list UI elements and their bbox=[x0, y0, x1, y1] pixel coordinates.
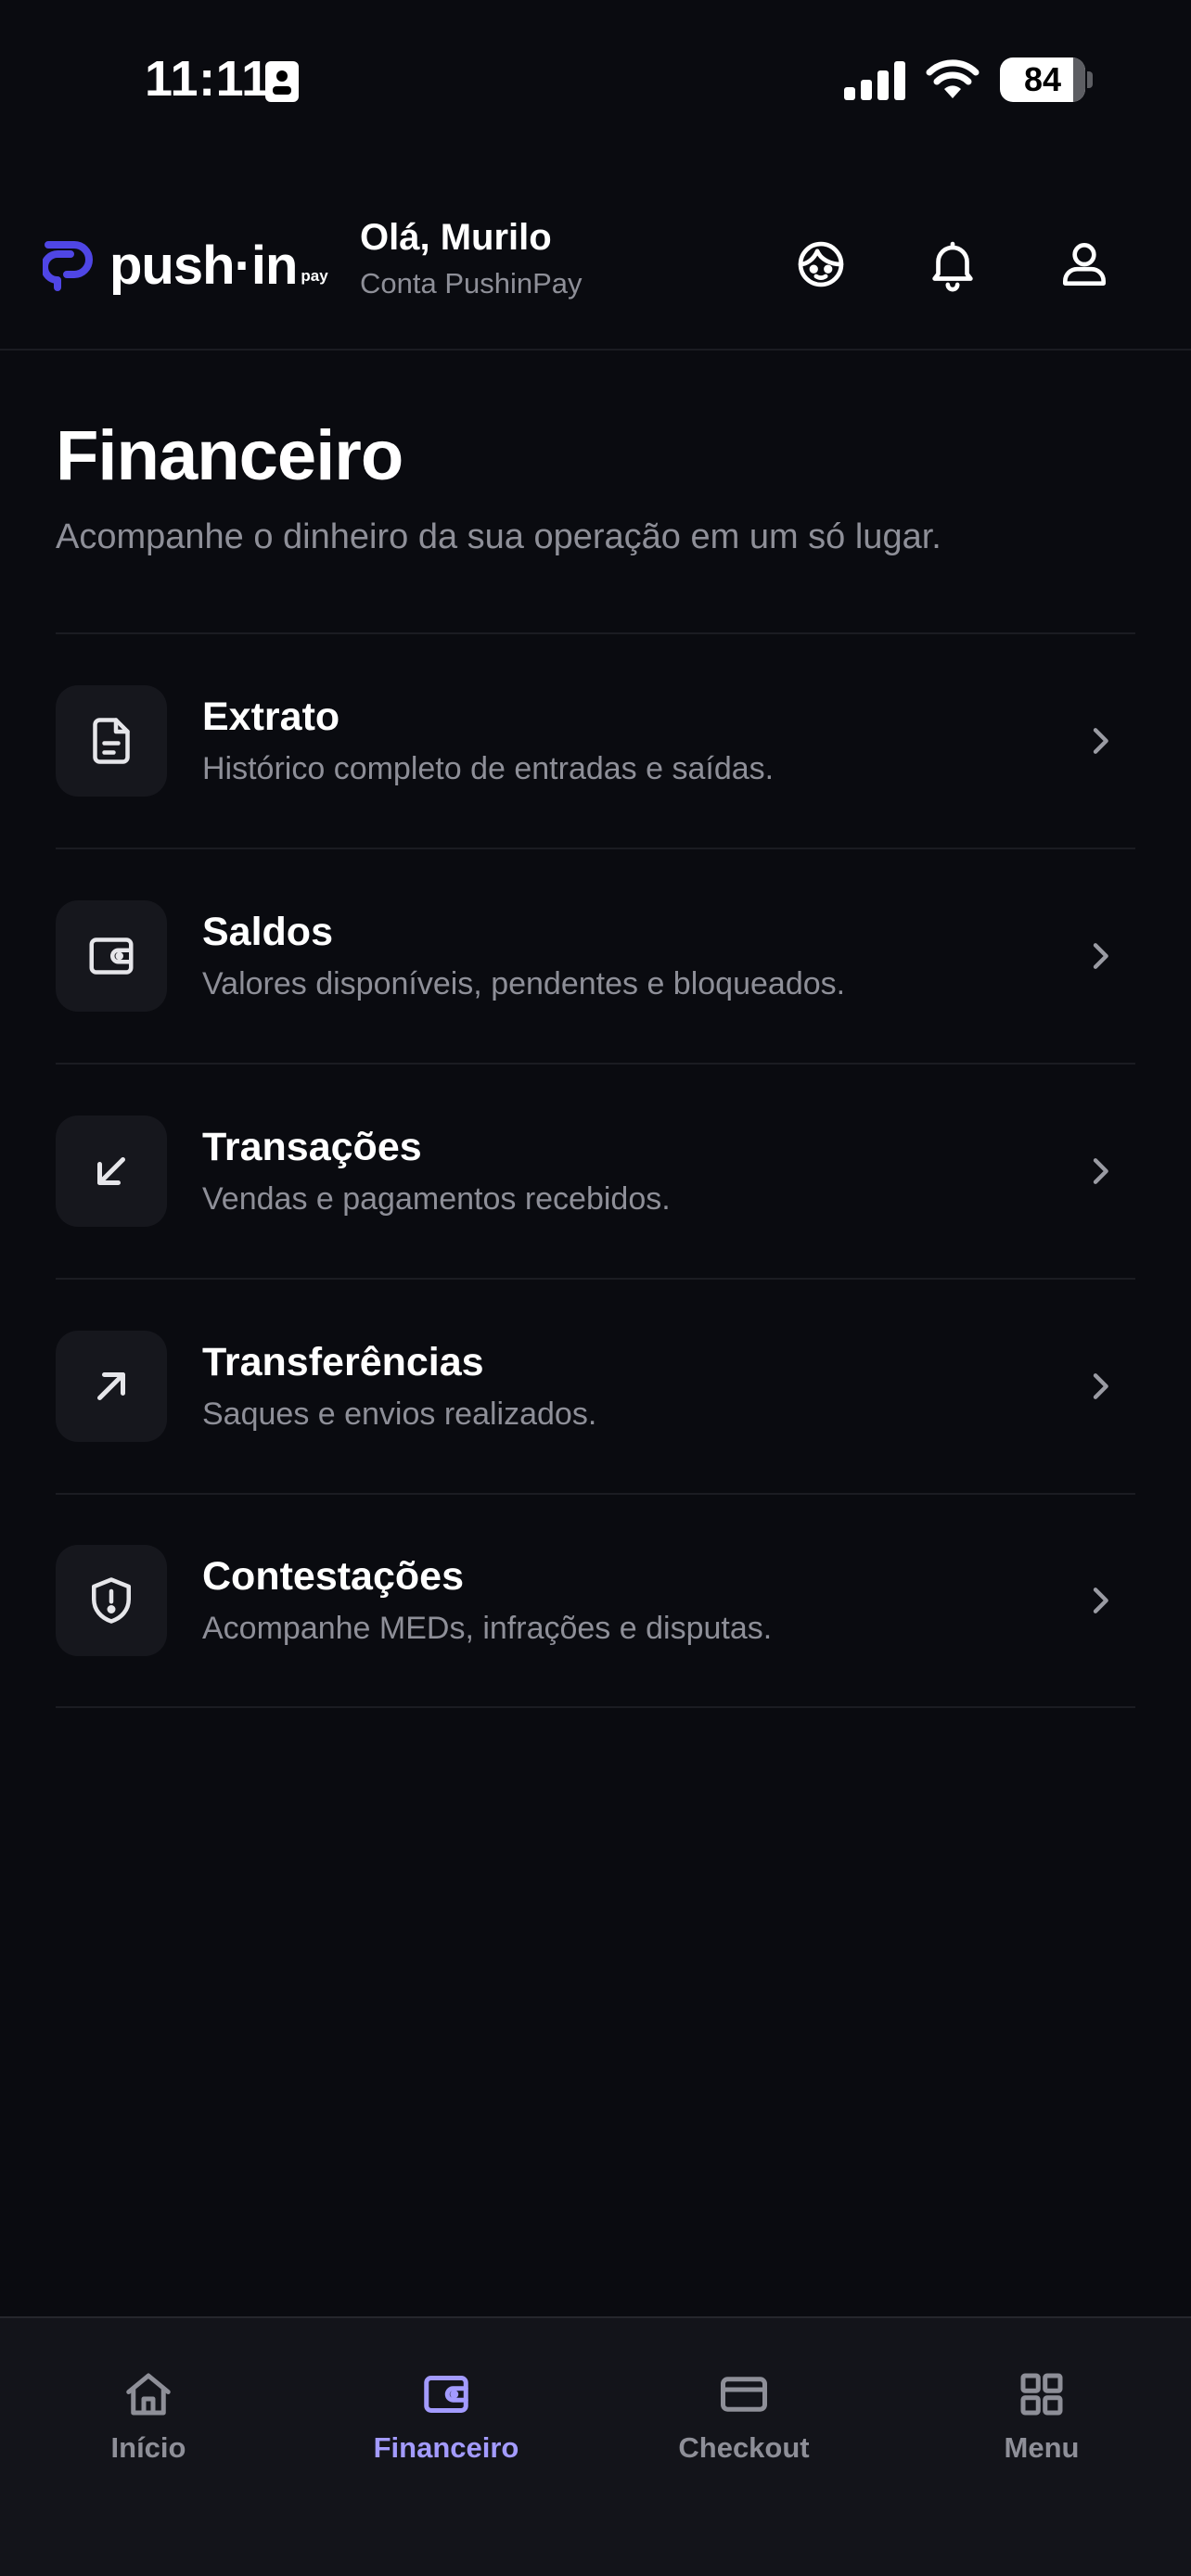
financeiro-menu-list: Extrato Histórico completo de entradas e… bbox=[56, 632, 1135, 1708]
menu-item-title: Transferências bbox=[202, 1340, 484, 1384]
menu-item-transacoes[interactable]: Transações Vendas e pagamentos recebidos… bbox=[56, 1063, 1135, 1278]
id-card-icon bbox=[265, 61, 299, 102]
cellular-signal-icon bbox=[844, 61, 905, 100]
menu-item-text: Extrato Histórico completo de entradas e… bbox=[202, 692, 1082, 790]
user-icon bbox=[1063, 243, 1106, 286]
page-subtitle: Acompanhe o dinheiro da sua operação em … bbox=[56, 517, 941, 556]
menu-icon-box bbox=[56, 900, 167, 1012]
nav-item-inicio[interactable]: Início bbox=[28, 2366, 269, 2465]
nav-label: Checkout bbox=[678, 2431, 810, 2464]
menu-item-extrato[interactable]: Extrato Histórico completo de entradas e… bbox=[56, 632, 1135, 848]
nav-label: Financeiro bbox=[373, 2431, 519, 2464]
notifications-button[interactable] bbox=[911, 223, 994, 306]
screen: 11:11 84 push·in pay Olá, Murilo Conta P… bbox=[0, 0, 1191, 2576]
chevron-right-icon bbox=[1093, 728, 1108, 754]
pushinpay-logo[interactable]: push·in pay bbox=[43, 228, 328, 293]
menu-item-description: Acompanhe MEDs, infrações e disputas. bbox=[202, 1611, 773, 1646]
nav-label: Menu bbox=[1004, 2431, 1080, 2464]
menu-item-text: Transferências Saques e envios realizado… bbox=[202, 1337, 1082, 1435]
nav-item-menu[interactable]: Menu bbox=[921, 2366, 1162, 2465]
logo-text: push·in bbox=[109, 236, 298, 296]
chevron-right-icon bbox=[1093, 943, 1108, 969]
menu-item-title: Contestações bbox=[202, 1554, 464, 1599]
greeting-block: Olá, Murilo Conta PushinPay bbox=[360, 213, 583, 302]
battery-indicator: 84 bbox=[1000, 57, 1085, 102]
menu-item-text: Transações Vendas e pagamentos recebidos… bbox=[202, 1122, 1082, 1220]
status-bar: 11:11 84 bbox=[0, 0, 1191, 158]
menu-icon-box bbox=[56, 1116, 167, 1227]
wifi-icon bbox=[926, 59, 980, 98]
status-time: 11:11 bbox=[145, 51, 270, 107]
menu-item-description: Histórico completo de entradas e saídas. bbox=[202, 751, 775, 786]
menu-item-transferencias[interactable]: Transferências Saques e envios realizado… bbox=[56, 1278, 1135, 1493]
profile-button[interactable] bbox=[1043, 223, 1126, 306]
menu-icon-box bbox=[56, 1331, 167, 1442]
bottom-navigation: Início Financeiro Checkout Menu bbox=[0, 2316, 1191, 2576]
menu-icon-box bbox=[56, 685, 167, 797]
arrow-up-right-icon bbox=[97, 1372, 125, 1400]
support-button[interactable] bbox=[779, 223, 863, 306]
menu-item-description: Vendas e pagamentos recebidos. bbox=[202, 1181, 671, 1217]
menu-icon-box bbox=[56, 1545, 167, 1656]
logo-suffix: pay bbox=[301, 267, 328, 285]
menu-item-description: Saques e envios realizados. bbox=[202, 1396, 597, 1432]
logo-mark-icon bbox=[43, 241, 93, 291]
menu-item-saldos[interactable]: Saldos Valores disponíveis, pendentes e … bbox=[56, 848, 1135, 1063]
page-title: Financeiro bbox=[56, 416, 403, 495]
menu-item-title: Saldos bbox=[202, 910, 333, 954]
nav-item-checkout[interactable]: Checkout bbox=[623, 2366, 864, 2465]
support-face-icon bbox=[798, 241, 844, 287]
bell-icon bbox=[932, 241, 973, 292]
wallet-icon bbox=[424, 2376, 468, 2413]
menu-item-description: Valores disponíveis, pendentes e bloquea… bbox=[202, 966, 846, 1001]
menu-item-text: Contestações Acompanhe MEDs, infrações e… bbox=[202, 1551, 1082, 1650]
battery-level: 84 bbox=[1023, 60, 1062, 98]
arrow-down-left-icon bbox=[97, 1157, 125, 1185]
grid-icon bbox=[1020, 2373, 1063, 2416]
wallet-icon bbox=[89, 937, 134, 975]
home-icon bbox=[126, 2373, 171, 2416]
account-name: Conta PushinPay bbox=[360, 267, 583, 300]
nav-label: Início bbox=[110, 2431, 186, 2464]
chevron-right-icon bbox=[1093, 1588, 1108, 1613]
menu-item-contestacoes[interactable]: Contestações Acompanhe MEDs, infrações e… bbox=[56, 1493, 1135, 1708]
menu-item-title: Extrato bbox=[202, 695, 340, 739]
document-icon bbox=[93, 718, 130, 764]
nav-item-financeiro[interactable]: Financeiro bbox=[326, 2366, 567, 2465]
credit-card-icon bbox=[721, 2377, 767, 2412]
chevron-right-icon bbox=[1093, 1373, 1108, 1399]
shield-alert-icon bbox=[92, 1577, 131, 1624]
menu-item-text: Saldos Valores disponíveis, pendentes e … bbox=[202, 907, 1082, 1005]
chevron-right-icon bbox=[1093, 1158, 1108, 1184]
greeting-name: Olá, Murilo bbox=[360, 217, 552, 258]
battery-cap bbox=[1087, 71, 1093, 88]
app-header: push·in pay Olá, Murilo Conta PushinPay bbox=[0, 185, 1191, 351]
menu-item-title: Transações bbox=[202, 1125, 422, 1169]
